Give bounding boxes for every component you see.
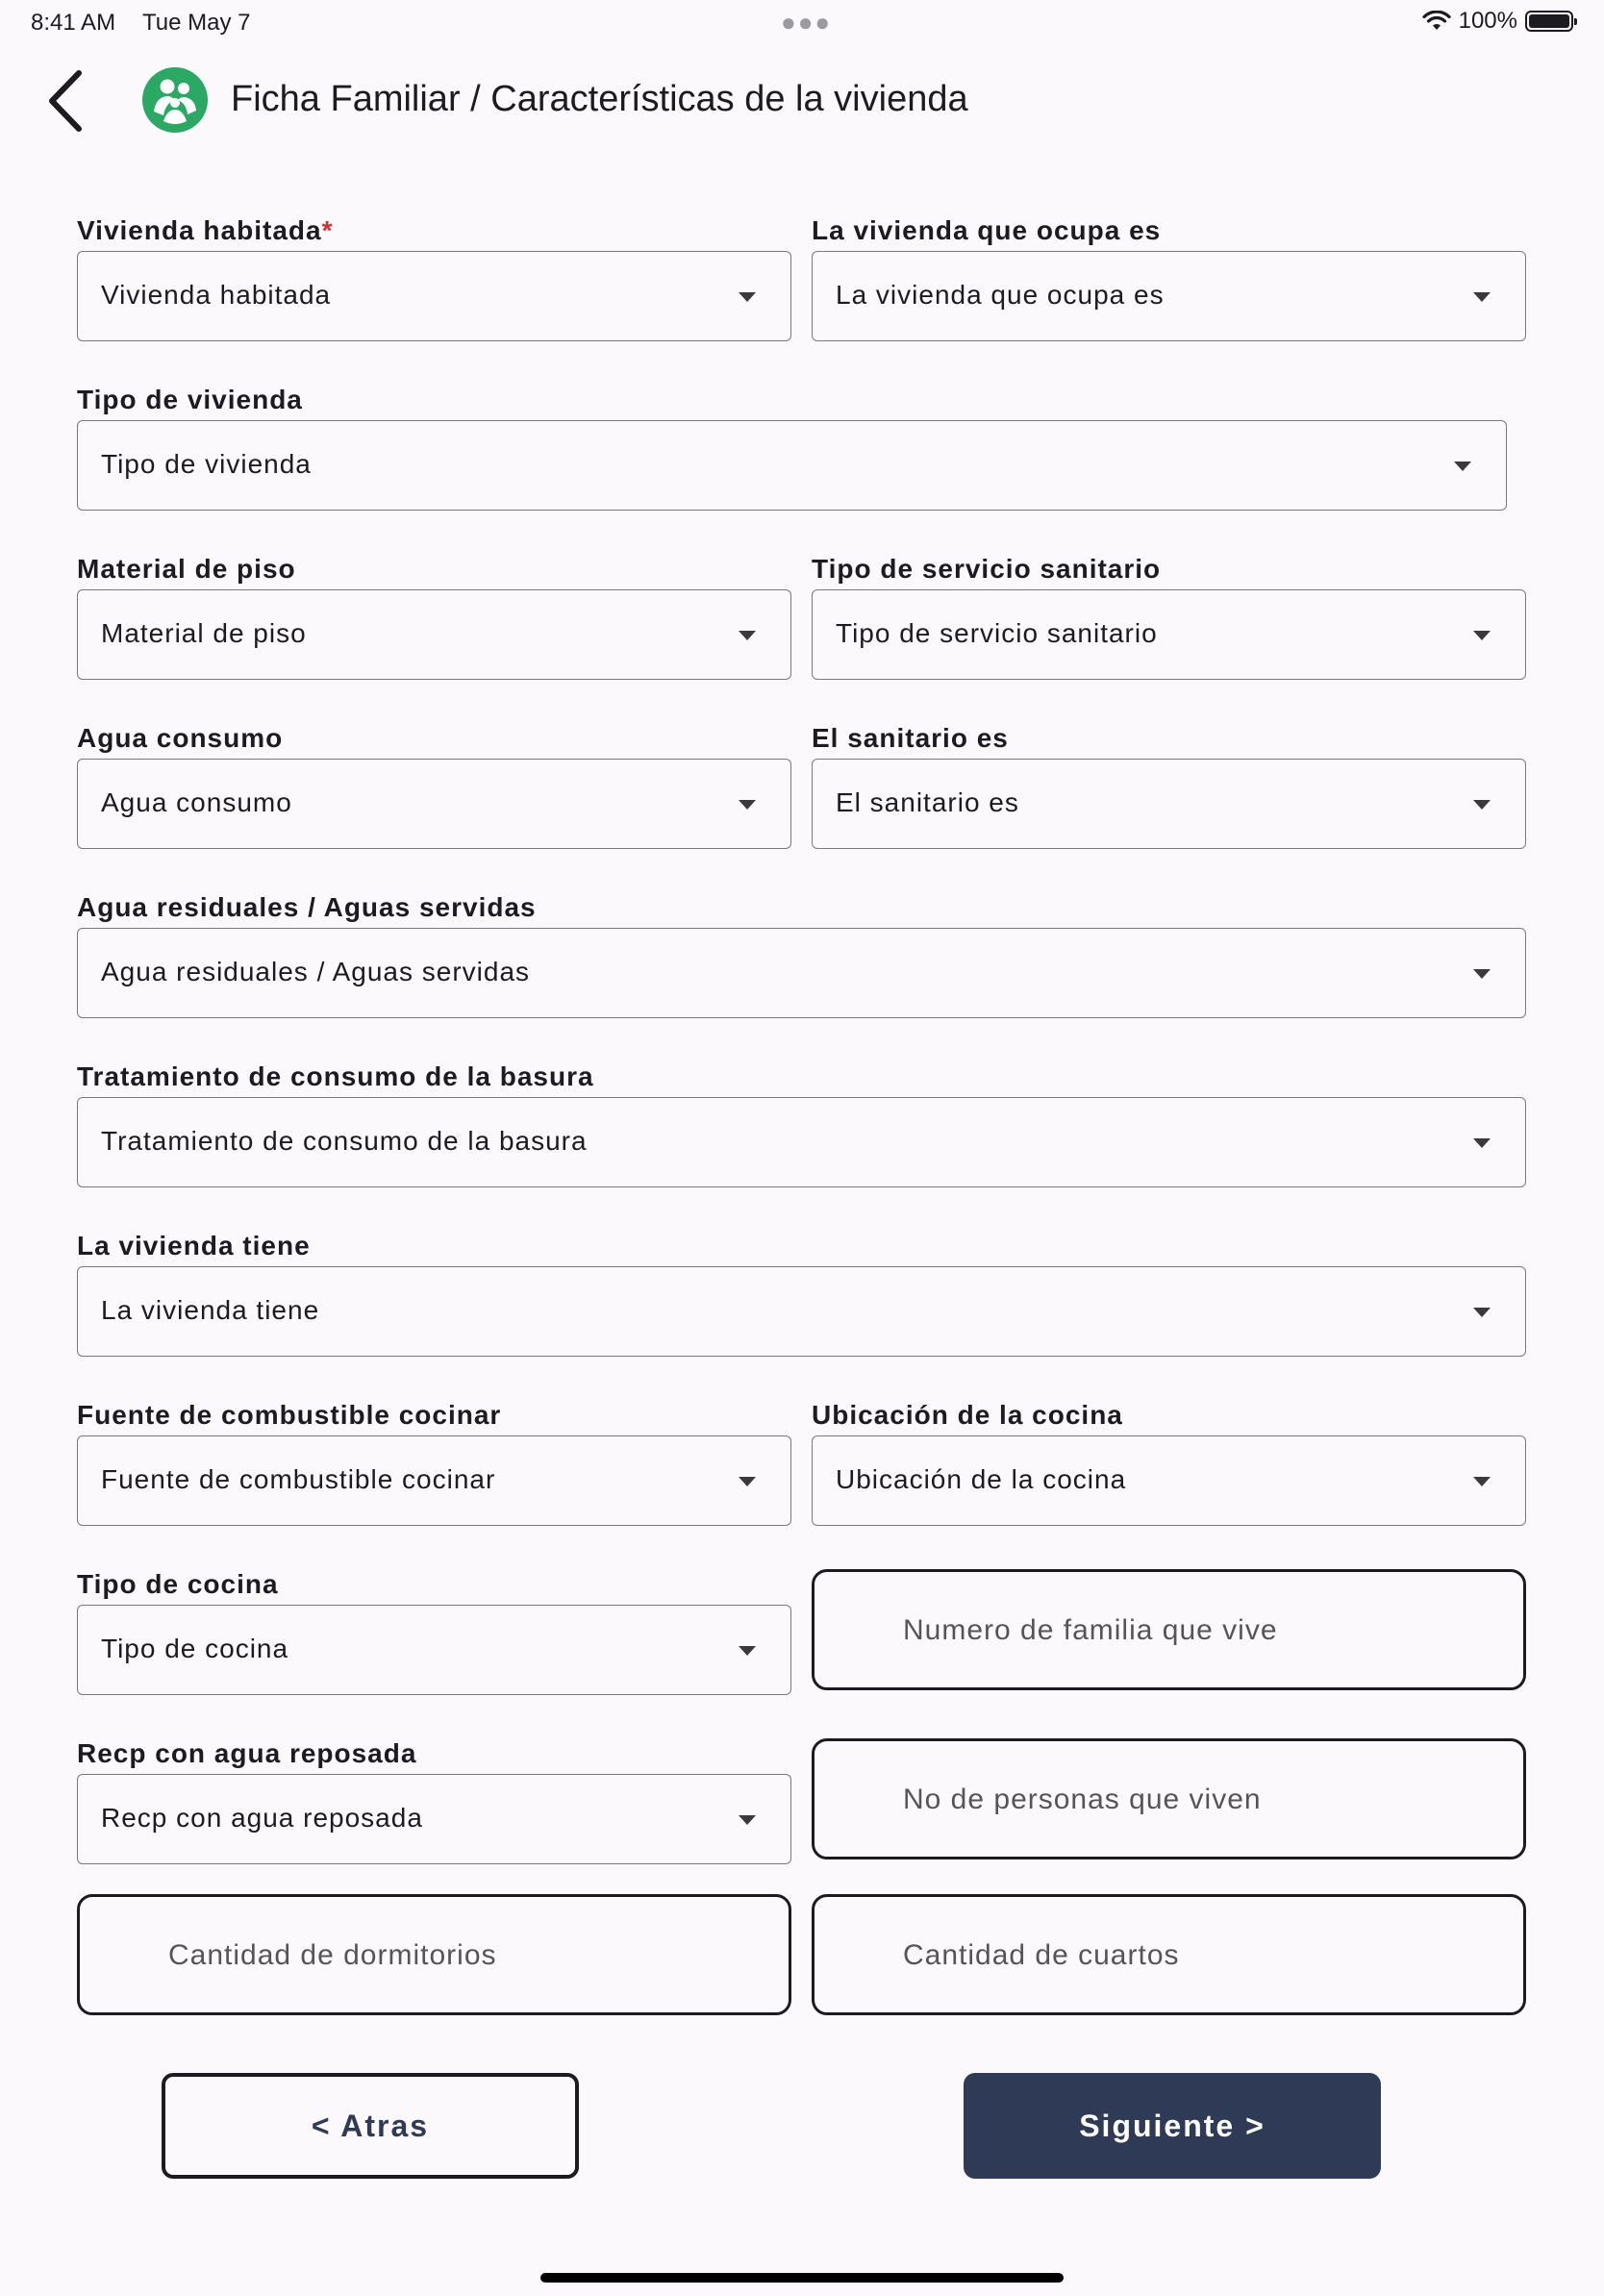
input-placeholder: Numero de familia que vive xyxy=(903,1614,1278,1646)
label-vivienda-ocupa: La vivienda que ocupa es xyxy=(812,215,1162,245)
select-value: Material de piso xyxy=(101,618,307,648)
home-indicator[interactable] xyxy=(540,2273,1064,2283)
dropdown-arrow-icon xyxy=(739,800,756,810)
input-placeholder: No de personas que viven xyxy=(903,1784,1262,1815)
select-value: Agua consumo xyxy=(101,787,292,817)
cuartos-input[interactable]: Cantidad de cuartos xyxy=(812,1894,1526,2015)
page-title: Ficha Familiar / Características de la v… xyxy=(231,79,968,119)
dormitorios-input[interactable]: Cantidad de dormitorios xyxy=(77,1894,791,2015)
label-sanitario-es: El sanitario es xyxy=(812,723,1009,753)
label-vivienda-habitada: Vivienda habitada* xyxy=(77,215,333,246)
select-value: Tipo de vivienda xyxy=(101,449,312,479)
status-right: 100% xyxy=(1422,8,1577,35)
select-value: Agua residuales / Aguas servidas xyxy=(101,957,531,986)
select-value: La vivienda que ocupa es xyxy=(836,280,1165,310)
battery-icon xyxy=(1525,11,1577,32)
combustible-select[interactable]: Fuente de combustible cocinar xyxy=(77,1435,791,1526)
agua-consumo-select[interactable]: Agua consumo xyxy=(77,759,791,849)
back-button[interactable] xyxy=(37,63,94,138)
multitasking-dots-icon[interactable]: ●●● xyxy=(781,8,832,37)
status-time: 8:41 AM xyxy=(31,10,116,36)
input-placeholder: Cantidad de dormitorios xyxy=(168,1939,497,1971)
dropdown-arrow-icon xyxy=(1473,1308,1491,1317)
status-date: Tue May 7 xyxy=(142,10,251,36)
label-text: Vivienda habitada xyxy=(77,215,322,245)
family-logo-icon xyxy=(142,67,208,133)
tipo-cocina-select[interactable]: Tipo de cocina xyxy=(77,1605,791,1695)
label-vivienda-tiene: La vivienda tiene xyxy=(77,1231,311,1260)
required-mark: * xyxy=(321,215,334,245)
label-tratamiento-basura: Tratamiento de consumo de la basura xyxy=(77,1061,594,1091)
chevron-left-icon xyxy=(49,70,82,132)
tipo-vivienda-select[interactable]: Tipo de vivienda xyxy=(77,420,1507,511)
select-value: El sanitario es xyxy=(836,787,1019,817)
label-combustible: Fuente de combustible cocinar xyxy=(77,1400,502,1430)
select-value: Tipo de cocina xyxy=(101,1634,289,1663)
vivienda-habitada-select[interactable]: Vivienda habitada xyxy=(77,251,791,341)
label-servicio-sanitario: Tipo de servicio sanitario xyxy=(812,554,1162,584)
vivienda-tiene-select[interactable]: La vivienda tiene xyxy=(77,1266,1526,1357)
select-value: Vivienda habitada xyxy=(101,280,332,310)
label-agua-consumo: Agua consumo xyxy=(77,723,284,753)
dropdown-arrow-icon xyxy=(1473,631,1491,640)
battery-percent: 100% xyxy=(1458,8,1517,34)
select-value: Tipo de servicio sanitario xyxy=(836,618,1158,648)
dropdown-arrow-icon xyxy=(1473,1138,1491,1148)
dropdown-arrow-icon xyxy=(739,1815,756,1825)
label-tipo-cocina: Tipo de cocina xyxy=(77,1569,279,1599)
dropdown-arrow-icon xyxy=(739,631,756,640)
input-placeholder: Cantidad de cuartos xyxy=(903,1939,1180,1971)
select-value: Recp con agua reposada xyxy=(101,1803,423,1833)
servicio-sanitario-select[interactable]: Tipo de servicio sanitario xyxy=(812,589,1526,680)
sanitario-es-select[interactable]: El sanitario es xyxy=(812,759,1526,849)
tratamiento-basura-select[interactable]: Tratamiento de consumo de la basura xyxy=(77,1097,1526,1187)
label-aguas-residuales: Agua residuales / Aguas servidas xyxy=(77,892,537,922)
siguiente-button[interactable]: Siguiente > xyxy=(964,2073,1381,2179)
wifi-icon xyxy=(1422,11,1451,30)
select-value: Fuente de combustible cocinar xyxy=(101,1464,496,1494)
label-tipo-vivienda: Tipo de vivienda xyxy=(77,385,303,414)
agua-reposada-select[interactable]: Recp con agua reposada xyxy=(77,1774,791,1864)
dropdown-arrow-icon xyxy=(1473,969,1491,979)
ubicacion-cocina-select[interactable]: Ubicación de la cocina xyxy=(812,1435,1526,1526)
vivienda-ocupa-select[interactable]: La vivienda que ocupa es xyxy=(812,251,1526,341)
select-value: La vivienda tiene xyxy=(101,1295,320,1325)
select-value: Tratamiento de consumo de la basura xyxy=(101,1126,588,1156)
label-agua-reposada: Recp con agua reposada xyxy=(77,1738,417,1768)
num-personas-input[interactable]: No de personas que viven xyxy=(812,1738,1526,1859)
dropdown-arrow-icon xyxy=(739,1646,756,1656)
status-bar: 8:41 AM Tue May 7 ●●● 100% xyxy=(0,0,1604,44)
dropdown-arrow-icon xyxy=(1454,462,1471,471)
aguas-residuales-select[interactable]: Agua residuales / Aguas servidas xyxy=(77,928,1526,1018)
dropdown-arrow-icon xyxy=(1473,1477,1491,1486)
num-familia-input[interactable]: Numero de familia que vive xyxy=(812,1569,1526,1690)
dropdown-arrow-icon xyxy=(1473,800,1491,810)
label-material-piso: Material de piso xyxy=(77,554,296,584)
dropdown-arrow-icon xyxy=(739,292,756,302)
material-piso-select[interactable]: Material de piso xyxy=(77,589,791,680)
dropdown-arrow-icon xyxy=(1473,292,1491,302)
select-value: Ubicación de la cocina xyxy=(836,1464,1127,1494)
label-ubicacion-cocina: Ubicación de la cocina xyxy=(812,1400,1123,1430)
dropdown-arrow-icon xyxy=(739,1477,756,1486)
atras-button[interactable]: < Atras xyxy=(162,2073,579,2179)
